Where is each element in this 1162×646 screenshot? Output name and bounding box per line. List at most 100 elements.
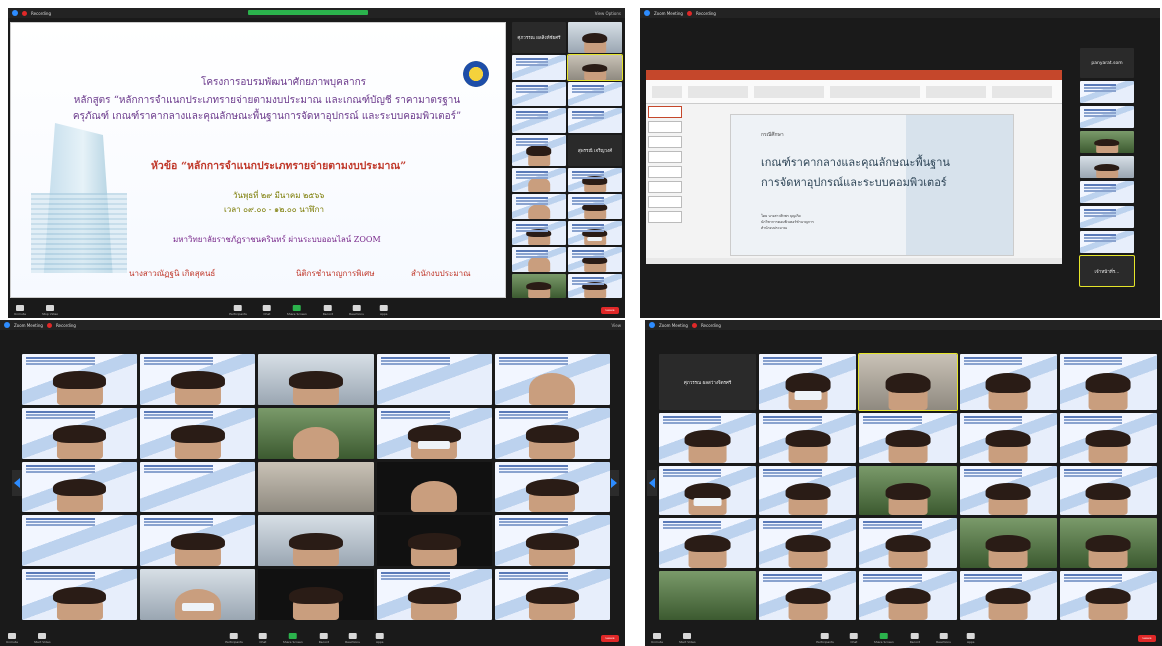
active-speaker-tile[interactable]: เจ้าหน้าที่ร...: [1079, 255, 1135, 287]
participant-tile[interactable]: [759, 354, 857, 411]
record-button[interactable]: Record: [910, 632, 920, 644]
share-screen-button[interactable]: Share Screen: [874, 632, 894, 644]
chat-button[interactable]: Chat: [849, 632, 858, 644]
ribbon-group[interactable]: [754, 86, 824, 98]
participant-tile[interactable]: [494, 515, 610, 567]
participant-tile[interactable]: [858, 352, 958, 412]
video-button[interactable]: Start Video: [679, 632, 696, 644]
participant-tile[interactable]: [859, 465, 957, 516]
participant-tile[interactable]: [512, 108, 566, 133]
participant-tile[interactable]: [22, 354, 138, 405]
participant-tile[interactable]: [512, 55, 566, 80]
participant-tile[interactable]: [258, 461, 374, 513]
slide-thumbnail[interactable]: [648, 196, 682, 208]
participant-tile[interactable]: [258, 354, 374, 405]
participant-tile[interactable]: [659, 570, 757, 620]
slide-thumbnail[interactable]: [648, 181, 682, 193]
participant-tile[interactable]: [959, 413, 1057, 463]
participant-tile[interactable]: [140, 515, 256, 567]
view-button[interactable]: View: [612, 323, 622, 328]
participant-tile[interactable]: [512, 81, 566, 107]
prev-page-button[interactable]: [12, 470, 22, 496]
leave-button[interactable]: Leave: [601, 306, 619, 314]
apps-button[interactable]: Apps: [375, 632, 384, 644]
participants-button[interactable]: Participants: [225, 632, 243, 644]
next-page-button[interactable]: [609, 470, 619, 496]
participant-tile[interactable]: [512, 220, 566, 246]
participants-button[interactable]: Participants: [816, 632, 834, 644]
slide-thumbnail[interactable]: [648, 211, 682, 223]
video-button[interactable]: Start Video: [34, 632, 51, 644]
participant-tile[interactable]: [568, 81, 622, 107]
participant-tile[interactable]: [1080, 231, 1134, 253]
unmute-button[interactable]: Unmute: [14, 304, 26, 316]
participant-tile[interactable]: [512, 134, 566, 166]
participant-tile[interactable]: [1059, 465, 1157, 516]
participant-tile[interactable]: [959, 354, 1057, 411]
share-screen-button[interactable]: Share Screen: [287, 304, 307, 316]
participant-tile[interactable]: ศุภวรรณ ผลสว่างจิตรศรี: [659, 354, 757, 411]
video-button[interactable]: Stop Video: [42, 304, 58, 316]
reactions-button[interactable]: Reactions: [936, 632, 951, 644]
participant-tile[interactable]: [258, 515, 374, 567]
participant-tile[interactable]: [759, 413, 857, 463]
participant-tile[interactable]: [1080, 181, 1134, 203]
participant-tile[interactable]: [659, 413, 757, 463]
sharing-banner[interactable]: [248, 10, 368, 15]
participant-tile[interactable]: [759, 465, 857, 516]
participants-button[interactable]: Participants: [229, 304, 247, 316]
participant-tile[interactable]: [512, 194, 566, 219]
participant-tile[interactable]: [512, 167, 566, 193]
participant-tile[interactable]: [258, 407, 374, 459]
participant-tile[interactable]: [568, 220, 622, 246]
unmute-button[interactable]: Unmute: [651, 632, 663, 644]
participant-tile[interactable]: สุพรรณี เจริญวงศ์: [568, 134, 622, 166]
participant-tile[interactable]: [859, 413, 957, 463]
participant-tile[interactable]: [959, 518, 1057, 568]
participant-tile[interactable]: [959, 465, 1057, 516]
ribbon-group[interactable]: [652, 86, 682, 98]
apps-button[interactable]: Apps: [379, 304, 388, 316]
slide-thumbnail[interactable]: [648, 106, 682, 118]
participant-tile[interactable]: [1059, 570, 1157, 620]
participant-tile[interactable]: [140, 569, 256, 620]
participant-tile[interactable]: [568, 108, 622, 133]
prev-page-button[interactable]: [647, 470, 657, 496]
slide-thumbnail[interactable]: [648, 151, 682, 163]
apps-button[interactable]: Apps: [966, 632, 975, 644]
participant-tile[interactable]: [568, 167, 622, 193]
participant-tile[interactable]: [759, 518, 857, 568]
participant-tile[interactable]: [859, 570, 957, 620]
participant-tile[interactable]: [376, 461, 492, 513]
participant-tile[interactable]: [1080, 131, 1134, 153]
participant-tile[interactable]: [1080, 206, 1134, 228]
slide-thumbnail[interactable]: [648, 166, 682, 178]
participant-tile[interactable]: [1059, 518, 1157, 568]
participant-tile[interactable]: [568, 273, 622, 298]
participant-tile[interactable]: [140, 461, 256, 513]
reactions-button[interactable]: Reactions: [349, 304, 364, 316]
participant-tile[interactable]: panyarat.som: [1080, 48, 1134, 78]
slide-thumbnail[interactable]: [648, 121, 682, 133]
participant-tile[interactable]: [494, 569, 610, 620]
participant-tile[interactable]: [568, 22, 622, 54]
participant-tile[interactable]: [376, 569, 492, 620]
participant-tile[interactable]: [1080, 156, 1134, 178]
record-button[interactable]: Record: [319, 632, 329, 644]
participant-tile[interactable]: [1080, 106, 1134, 128]
participant-tile[interactable]: [494, 461, 610, 513]
participant-tile[interactable]: [140, 407, 256, 459]
participant-tile[interactable]: [859, 518, 957, 568]
leave-button[interactable]: Leave: [1138, 634, 1156, 642]
participant-tile[interactable]: [376, 354, 492, 405]
participant-tile[interactable]: [1059, 354, 1157, 411]
leave-button[interactable]: Leave: [601, 634, 619, 642]
ribbon-group[interactable]: [926, 86, 986, 98]
participant-tile[interactable]: [512, 247, 566, 272]
ribbon-group[interactable]: [992, 86, 1052, 98]
participant-tile[interactable]: [140, 354, 256, 405]
participant-tile[interactable]: [512, 273, 566, 298]
participant-tile[interactable]: [494, 407, 610, 459]
participant-tile[interactable]: [659, 518, 757, 568]
unmute-button[interactable]: Unmute: [6, 632, 18, 644]
